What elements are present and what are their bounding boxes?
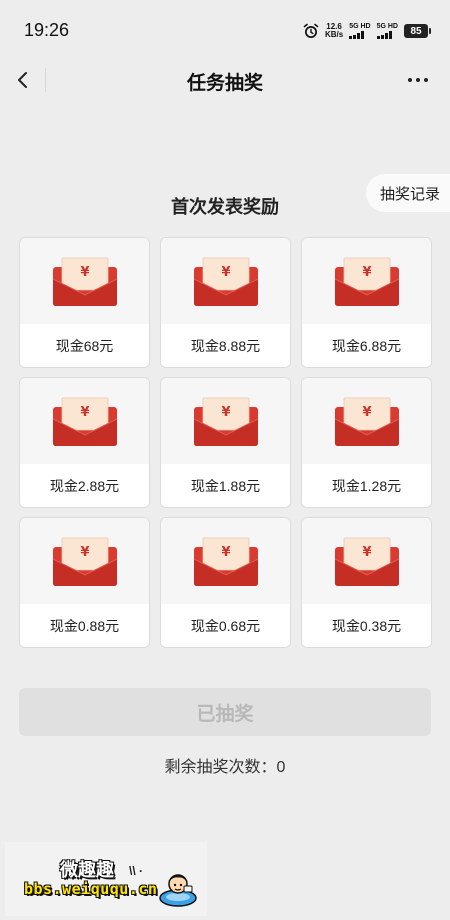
currency-symbol: ¥ — [80, 265, 89, 280]
mascot-icon — [159, 874, 197, 907]
currency-symbol: ¥ — [221, 545, 230, 560]
prize-card[interactable]: ¥ 现金0.88元 — [19, 517, 150, 648]
alarm-clock-icon — [303, 23, 319, 38]
prize-image: ¥ — [161, 238, 290, 324]
prize-card[interactable]: ¥ 现金68元 — [19, 237, 150, 368]
status-bar: 19:26 12.6 KB/s 5G HD 5G HD 85 — [0, 0, 450, 60]
prize-label: 现金1.88元 — [161, 464, 290, 507]
prize-label: 现金0.38元 — [302, 604, 431, 647]
currency-symbol: ¥ — [362, 545, 371, 560]
battery-level: 85 — [410, 25, 422, 37]
more-options-icon[interactable] — [406, 72, 430, 88]
prize-label: 现金0.88元 — [20, 604, 149, 647]
battery-icon: 85 — [404, 24, 431, 38]
prize-image: ¥ — [20, 518, 149, 604]
red-envelope-icon: ¥ — [52, 257, 117, 306]
prize-image: ¥ — [161, 378, 290, 464]
prize-label: 现金0.68元 — [161, 604, 290, 647]
signal-sim1: 5G HD — [349, 23, 371, 39]
currency-symbol: ¥ — [221, 265, 230, 280]
signal-bars-icon — [349, 31, 365, 39]
prize-card[interactable]: ¥ 现金0.38元 — [301, 517, 432, 648]
red-envelope-icon: ¥ — [193, 257, 258, 306]
page-title: 任务抽奖 — [186, 73, 263, 94]
nav-header: 任务抽奖 — [0, 60, 450, 100]
red-envelope-icon: ¥ — [193, 537, 258, 586]
prize-image: ¥ — [20, 378, 149, 464]
sim1-label: 5G HD — [349, 23, 371, 30]
red-envelope-icon: ¥ — [334, 257, 399, 306]
prize-label: 现金1.28元 — [302, 464, 431, 507]
prize-card[interactable]: ¥ 现金6.88元 — [301, 237, 432, 368]
prize-label: 现金2.88元 — [20, 464, 149, 507]
status-icons: 12.6 KB/s 5G HD 5G HD 85 — [303, 20, 431, 42]
status-time: 19:26 — [24, 20, 70, 40]
currency-symbol: ¥ — [80, 405, 89, 420]
red-envelope-icon: ¥ — [52, 397, 117, 446]
sim2-label: 5G HD — [376, 23, 398, 30]
red-envelope-icon: ¥ — [334, 537, 399, 586]
prize-image: ¥ — [302, 378, 431, 464]
watermark-cn-text: 微趣趣 — [60, 860, 114, 881]
watermark-url: bbs.weiququ.cn — [24, 880, 158, 898]
network-speed: 12.6 KB/s — [325, 23, 343, 39]
watermark-spark: \\ · — [129, 864, 143, 878]
watermark-logo: 微趣趣 \\ · bbs.weiququ.cn — [5, 842, 207, 916]
currency-symbol: ¥ — [362, 405, 371, 420]
signal-bars-icon — [376, 31, 392, 39]
red-envelope-icon: ¥ — [52, 537, 117, 586]
prize-card[interactable]: ¥ 现金2.88元 — [19, 377, 150, 508]
network-speed-unit: KB/s — [324, 30, 344, 39]
prize-grid: ¥ 现金68元 ¥ 现金8.88元 ¥ 现金6.88元 ¥ 现金2.88元 ¥ 现金1.88元 ¥ 现… — [19, 237, 432, 648]
prize-image: ¥ — [302, 238, 431, 324]
currency-symbol: ¥ — [362, 265, 371, 280]
prize-image: ¥ — [302, 518, 431, 604]
prize-card[interactable]: ¥ 现金8.88元 — [160, 237, 291, 368]
prize-label: 现金6.88元 — [302, 324, 431, 367]
signal-sim2: 5G HD — [376, 23, 398, 39]
prize-image: ¥ — [20, 238, 149, 324]
currency-symbol: ¥ — [80, 545, 89, 560]
section-title: 首次发表奖励 — [171, 197, 279, 217]
prize-card[interactable]: ¥ 现金0.68元 — [160, 517, 291, 648]
red-envelope-icon: ¥ — [193, 397, 258, 446]
remaining-draws-text: 剩余抽奖次数：0 — [164, 759, 286, 776]
red-envelope-icon: ¥ — [334, 397, 399, 446]
prize-card[interactable]: ¥ 现金1.28元 — [301, 377, 432, 508]
prize-card[interactable]: ¥ 现金1.88元 — [160, 377, 291, 508]
currency-symbol: ¥ — [221, 405, 230, 420]
prize-label: 现金68元 — [20, 324, 149, 367]
draw-button[interactable]: 已抽奖 — [19, 688, 431, 736]
prize-label: 现金8.88元 — [161, 324, 290, 367]
prize-image: ¥ — [161, 518, 290, 604]
